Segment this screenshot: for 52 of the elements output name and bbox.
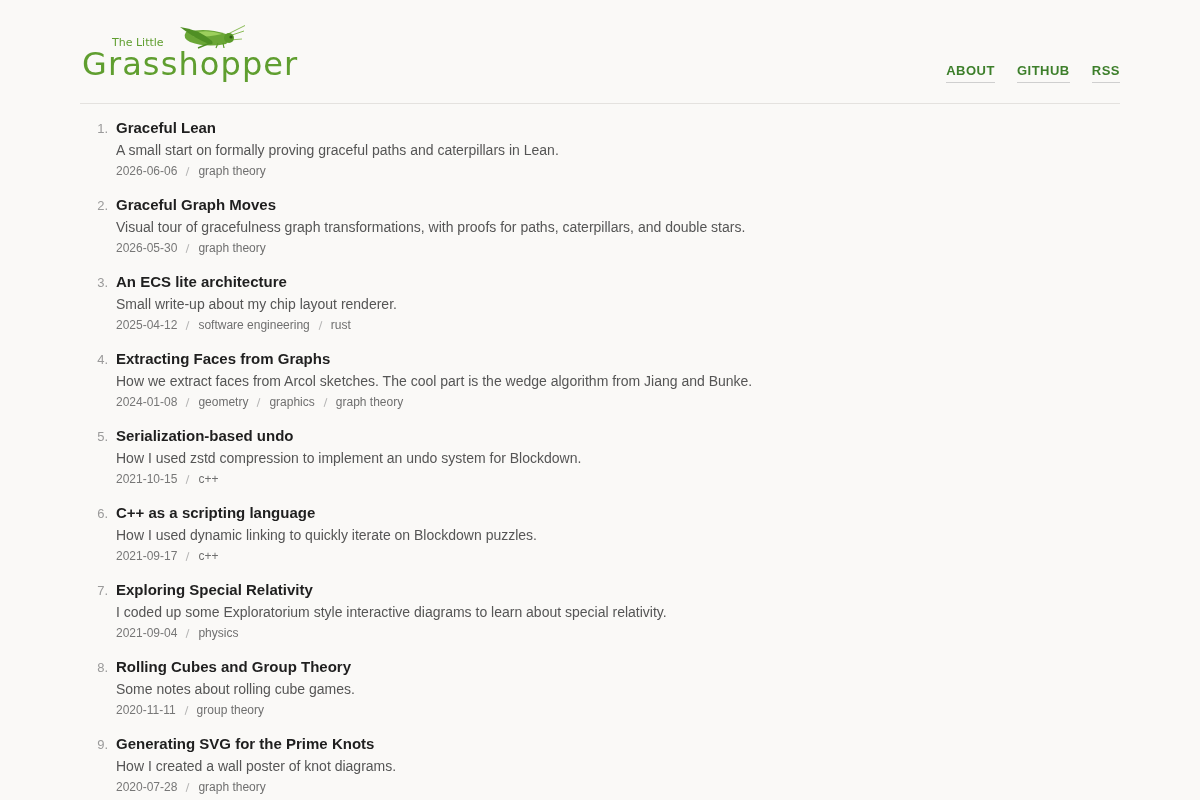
post-title-link[interactable]: Generating SVG for the Prime Knots — [116, 735, 375, 753]
list-number: 7. — [97, 582, 108, 600]
post-date: 2021-09-17 — [116, 548, 178, 564]
post-date: 2020-07-28 — [116, 779, 178, 795]
post-date: 2025-04-12 — [116, 317, 178, 333]
tag-link[interactable]: graphics — [269, 394, 315, 410]
post-title-link[interactable]: Graceful Graph Moves — [116, 196, 277, 214]
tag-link[interactable]: group theory — [196, 702, 264, 718]
nav-link[interactable]: RSS — [1091, 63, 1120, 83]
tag-link[interactable]: graph theory — [198, 163, 266, 179]
post-date: 2021-10-15 — [116, 471, 178, 487]
list-number: 1. — [97, 120, 108, 138]
post-summary: I coded up some Exploratorium style interactive diagrams to learn about special relativity. — [116, 603, 667, 621]
post-date: 2026-05-30 — [116, 240, 178, 256]
post-title-link[interactable]: Graceful Lean — [116, 119, 217, 137]
post-title-link[interactable]: Serialization-based undo — [116, 427, 294, 445]
post-date: 2021-09-04 — [116, 625, 178, 641]
tag-link[interactable]: graph theory — [335, 394, 404, 410]
post-title-link[interactable]: C++ as a scripting language — [116, 504, 316, 522]
post-summary: A small start on formally proving graceful paths and caterpillars in Lean. — [116, 141, 559, 159]
nav-link[interactable]: GITHUB — [1016, 63, 1070, 83]
post-summary: Some notes about rolling cube games. — [116, 680, 355, 698]
post-date: 2020-11-11 — [116, 702, 176, 718]
tag-link[interactable]: c++ — [198, 548, 219, 564]
post-summary: How we extract faces from Arcol sketches. The cool part is the wedge algorithm from Jiang and Bunke. — [116, 372, 753, 390]
tag-link[interactable]: graph theory — [198, 240, 266, 256]
tag-link[interactable]: c++ — [198, 471, 219, 487]
tag-link[interactable]: rust — [330, 317, 351, 333]
tag-link[interactable]: geometry — [198, 394, 249, 410]
list-number: 3. — [97, 274, 108, 292]
list-number: 6. — [97, 505, 108, 523]
tag-link[interactable]: software engineering — [198, 317, 310, 333]
post-summary: How I used dynamic linking to quickly iterate on Blockdown puzzles. — [116, 526, 537, 544]
post-title-link[interactable]: Extracting Faces from Graphs — [116, 350, 331, 368]
post-title-link[interactable]: Exploring Special Relativity — [116, 581, 313, 599]
tag-link[interactable]: graph theory — [198, 779, 266, 795]
list-number: 4. — [97, 351, 108, 369]
nav-link[interactable]: ABOUT — [946, 63, 995, 83]
post-title-link[interactable]: An ECS lite architecture — [116, 273, 287, 291]
list-number: 5. — [97, 428, 108, 446]
post-summary: Visual tour of gracefulness graph transformations, with proofs for paths, caterpillars, and double stars. — [116, 218, 746, 236]
post-title-link[interactable]: Rolling Cubes and Group Theory — [116, 658, 351, 676]
post-summary: How I used zstd compression to implement an undo system for Blockdown. — [116, 449, 582, 467]
post-date: 2024-01-08 — [116, 394, 178, 410]
post-summary: Small write-up about my chip layout renderer. — [116, 295, 397, 313]
post-date: 2026-06-06 — [116, 163, 178, 179]
list-number: 2. — [97, 197, 108, 215]
list-number: 9. — [97, 736, 108, 754]
logo-small-text[interactable]: The Little — [112, 37, 164, 49]
list-number: 8. — [97, 659, 108, 677]
tag-link[interactable]: physics — [198, 625, 239, 641]
post-summary: How I created a wall poster of knot diagrams. — [116, 757, 397, 775]
